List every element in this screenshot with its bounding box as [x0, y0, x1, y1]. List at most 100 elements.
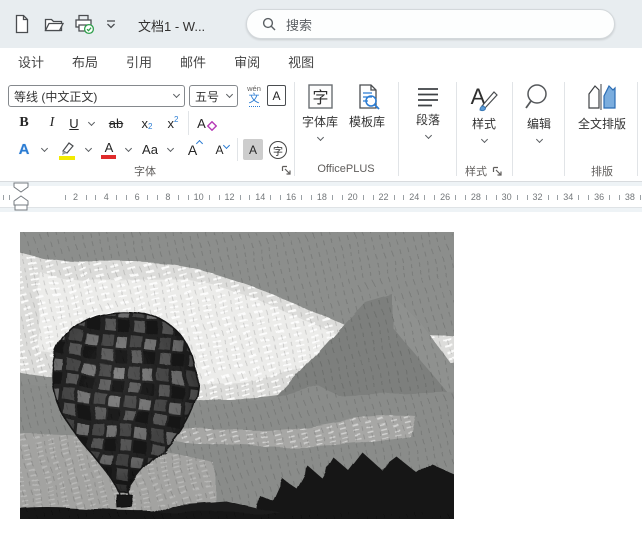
- ruler-number: 26: [440, 192, 451, 202]
- ruler-number: 16: [286, 192, 297, 202]
- shrink-font-button[interactable]: A: [210, 137, 234, 162]
- chevron-down-icon: [535, 135, 543, 144]
- strikethrough-button[interactable]: ab: [103, 111, 129, 135]
- tab-layout[interactable]: 布局: [62, 48, 108, 78]
- eraser-icon: [206, 121, 217, 131]
- ruler-number: 14: [255, 192, 266, 202]
- customize-qat-chevron-icon[interactable]: [100, 13, 122, 35]
- tab-mailings[interactable]: 邮件: [170, 48, 216, 78]
- text-effects-dropdown[interactable]: [38, 144, 50, 156]
- font-color-dropdown[interactable]: [122, 144, 134, 156]
- italic-button[interactable]: I: [43, 111, 61, 135]
- officeplus-group-label: OfficePLUS: [317, 163, 375, 175]
- clear-formatting-glyph: A: [197, 115, 206, 131]
- font-color-button[interactable]: A: [98, 137, 120, 162]
- group-divider: [294, 82, 295, 176]
- bold-glyph: B: [19, 115, 29, 130]
- ruler-number: 28: [470, 192, 481, 202]
- chevron-down-icon: [424, 131, 432, 140]
- change-case-button[interactable]: Aa: [137, 137, 163, 162]
- full-text-layout-button[interactable]: 全文排版: [570, 82, 634, 132]
- phonetic-guide-button[interactable]: wén 文: [243, 82, 265, 109]
- group-divider: [456, 82, 457, 176]
- superscript-button[interactable]: x2: [161, 111, 185, 135]
- editing-button[interactable]: 编辑: [516, 82, 562, 144]
- chevron-down-icon: [225, 90, 234, 99]
- template-library-button[interactable]: 模板库: [343, 83, 391, 130]
- chevron-down-icon: [166, 144, 174, 153]
- group-divider: [398, 82, 399, 176]
- left-indent-marker: [14, 204, 28, 211]
- highlighter-icon: [59, 141, 75, 160]
- ruler-number: 6: [134, 192, 140, 202]
- highlight-dropdown[interactable]: [82, 144, 94, 156]
- ruler-number: 2: [72, 192, 79, 202]
- bold-button[interactable]: B: [13, 111, 35, 135]
- text-effects-button[interactable]: A: [12, 137, 36, 162]
- chevron-down-icon: [480, 135, 488, 144]
- subscript-button[interactable]: x2: [135, 111, 159, 135]
- phonetic-pinyin-text: wén: [247, 83, 261, 93]
- change-case-dropdown[interactable]: [164, 144, 176, 156]
- tab-view[interactable]: 视图: [278, 48, 324, 78]
- title-bar: 文档1 - W... 搜索: [0, 0, 642, 48]
- font-dialog-launcher[interactable]: [281, 163, 293, 175]
- enclose-characters-button[interactable]: 字: [266, 138, 290, 162]
- ruler-scale: 2 4 6 8 10 12 14 16 18 20 22 24 26 28 30 32 34 36 38: [0, 182, 642, 212]
- ruler-number: 4: [103, 192, 109, 202]
- font-library-button[interactable]: 字 字体库: [299, 83, 341, 142]
- font-name-combo[interactable]: 等线 (中文正文): [8, 85, 185, 107]
- font-name-value: 等线 (中文正文): [14, 89, 98, 104]
- ruler-number: 36: [594, 192, 605, 202]
- tab-references[interactable]: 引用: [116, 48, 162, 78]
- paragraph-button[interactable]: 段落: [404, 86, 452, 140]
- caret-up-icon: [196, 139, 204, 148]
- document-page[interactable]: [0, 212, 642, 554]
- clear-formatting-button[interactable]: A: [193, 111, 221, 135]
- hanging-indent-marker: [13, 195, 29, 206]
- open-folder-icon[interactable]: [43, 13, 65, 35]
- document-image[interactable]: [10, 222, 464, 529]
- quick-print-icon[interactable]: [73, 13, 95, 35]
- ruler-number: 38: [624, 192, 635, 202]
- search-label: 搜索: [286, 17, 313, 33]
- styles-label: 样式: [471, 117, 496, 131]
- full-text-layout-label: 全文排版: [577, 117, 626, 131]
- search-box[interactable]: 搜索: [246, 9, 615, 39]
- styles-dialog-launcher[interactable]: [492, 164, 504, 176]
- ruler-number: 32: [532, 192, 543, 202]
- full-text-layout-icon: [588, 84, 616, 110]
- paiban-group-label: 排版: [591, 166, 613, 178]
- ruler-number: 12: [224, 192, 235, 202]
- underline-dropdown[interactable]: [85, 118, 97, 130]
- new-document-icon[interactable]: [11, 13, 33, 35]
- chevron-down-icon: [40, 144, 48, 153]
- tab-review[interactable]: 审阅: [224, 48, 270, 78]
- character-border-button[interactable]: A: [267, 85, 286, 106]
- font-size-combo[interactable]: 五号: [189, 85, 238, 107]
- editing-label: 编辑: [526, 117, 551, 131]
- ruler-number: 34: [563, 192, 574, 202]
- ribbon: 等线 (中文正文) 五号 wén 文 A B I U ab x2 x 2 A A…: [0, 78, 642, 182]
- ribbon-tabs: 设计 布局 引用 邮件 审阅 视图: [0, 48, 642, 78]
- ruler-number: 8: [165, 192, 171, 202]
- strikethrough-glyph: ab: [108, 115, 124, 131]
- indent-markers[interactable]: [12, 182, 30, 211]
- chevron-down-icon: [316, 133, 324, 142]
- character-shading-glyph: A: [248, 142, 257, 157]
- group-divider: [512, 82, 513, 176]
- underline-glyph: U: [69, 115, 79, 131]
- font-library-icon-char: 字: [312, 88, 328, 107]
- horizontal-ruler[interactable]: 2 4 6 8 10 12 14 16 18 20 22 24 26 28 30 32 34 36 38: [0, 182, 642, 212]
- underline-button[interactable]: U: [65, 111, 83, 135]
- grow-font-button[interactable]: A: [183, 137, 207, 162]
- styles-button[interactable]: A 样式: [460, 82, 508, 144]
- divider: [237, 138, 238, 161]
- ruler-number: 24: [409, 192, 420, 202]
- styles-brush-icon: A: [471, 84, 498, 112]
- tab-design[interactable]: 设计: [8, 48, 54, 78]
- font-color-glyph: A: [104, 139, 114, 155]
- highlight-color-button[interactable]: [54, 137, 80, 162]
- character-shading-button[interactable]: A: [243, 139, 263, 160]
- chevron-down-icon: [84, 144, 92, 153]
